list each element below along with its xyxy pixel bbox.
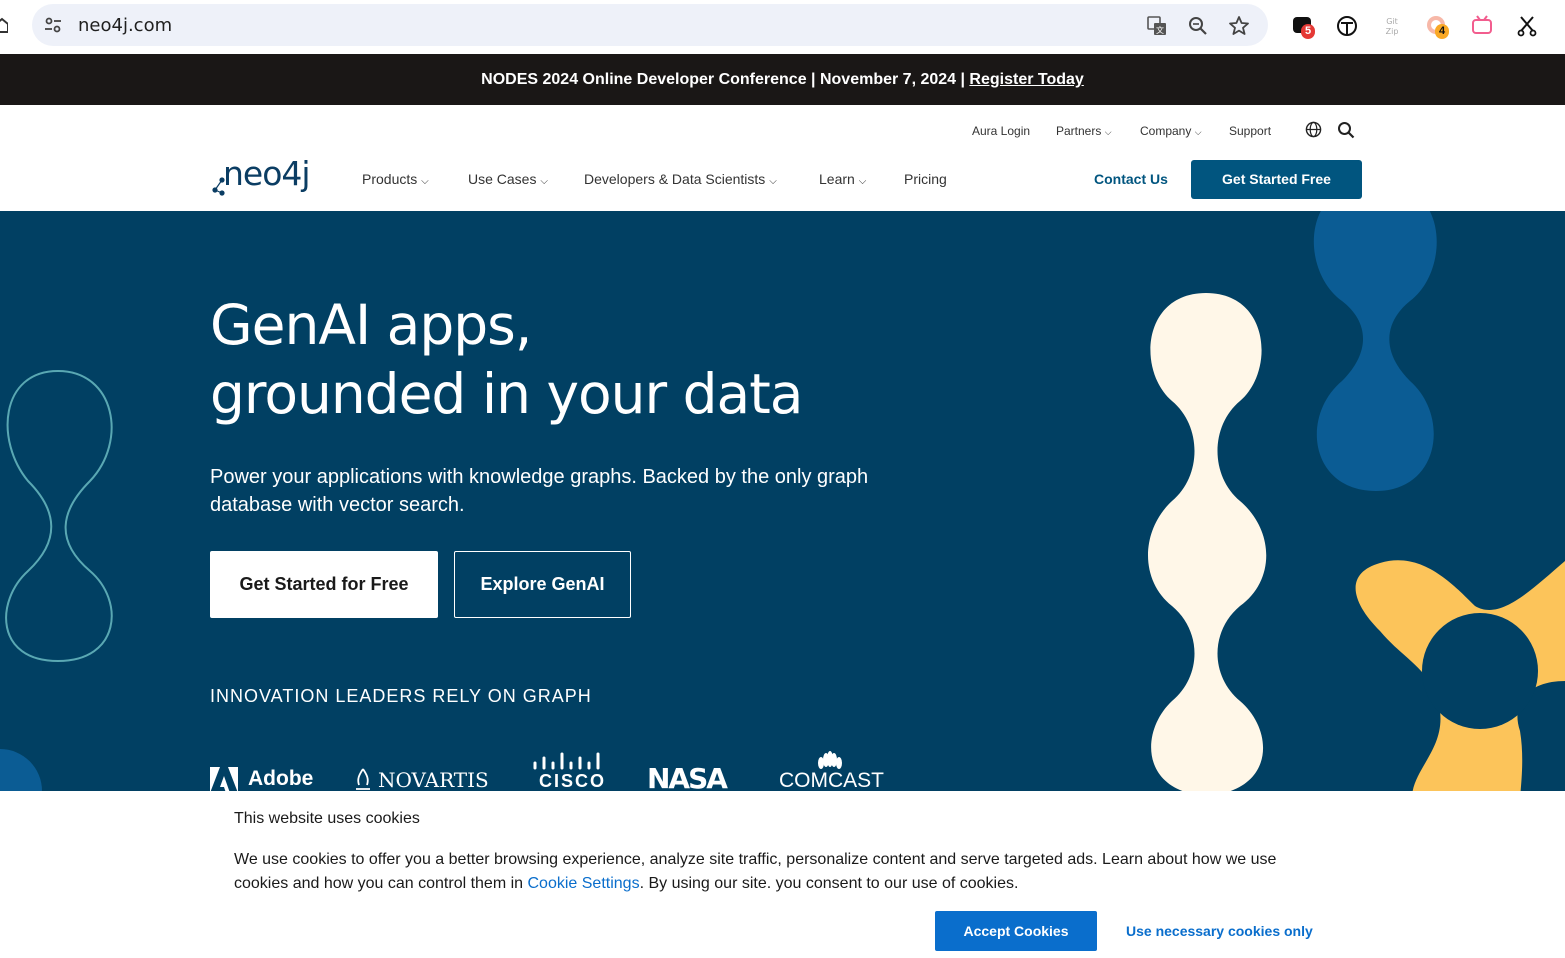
get-started-for-free-button[interactable]: Get Started for Free bbox=[210, 551, 438, 618]
cisco-wordmark: CISCO bbox=[539, 771, 607, 791]
site-info-icon[interactable] bbox=[43, 15, 63, 35]
cisco-bars-icon bbox=[533, 752, 600, 770]
get-started-free-button[interactable]: Get Started Free bbox=[1191, 160, 1362, 199]
svg-text:Zip: Zip bbox=[1386, 27, 1399, 36]
address-bar[interactable]: neo4j.com 文 bbox=[32, 4, 1268, 46]
blue-circle-shape bbox=[0, 749, 42, 791]
hero-title: GenAI apps, grounded in your data bbox=[210, 291, 803, 429]
bookmark-star-icon[interactable] bbox=[1228, 15, 1250, 37]
novartis-wordmark: NOVARTIS bbox=[378, 768, 489, 791]
hero-section: GenAI apps, grounded in your data Power … bbox=[0, 211, 1565, 791]
cream-chain-shape bbox=[1148, 293, 1267, 791]
nav-products-label: Products bbox=[362, 171, 418, 187]
contact-us-link[interactable]: Contact Us bbox=[1094, 171, 1168, 187]
chevron-down-icon: ⌵ bbox=[540, 176, 548, 187]
blue-blob-shape bbox=[1313, 211, 1437, 491]
nav-learn-label: Learn bbox=[819, 171, 855, 187]
extension-4-icon[interactable]: 4 bbox=[1425, 14, 1450, 39]
chevron-down-icon: ⌵ bbox=[858, 176, 867, 187]
cookie-message: We use cookies to offer you a better bro… bbox=[234, 848, 1334, 896]
chevron-down-icon: ⌵ bbox=[1194, 127, 1202, 137]
nasa-wordmark: NASA bbox=[647, 762, 728, 791]
svg-text:Git: Git bbox=[1386, 17, 1398, 26]
yellow-cutout-shape bbox=[1422, 613, 1538, 729]
nav-learn[interactable]: Learn ⌵ bbox=[819, 171, 866, 187]
nav-use-cases[interactable]: Use Cases ⌵ bbox=[468, 171, 548, 187]
nav-pricing[interactable]: Pricing bbox=[904, 171, 947, 187]
gitzip-icon[interactable]: GitZip bbox=[1380, 14, 1404, 38]
leaders-heading: INNOVATION LEADERS RELY ON GRAPH bbox=[210, 686, 592, 706]
announcement-text: NODES 2024 Online Developer Conference |… bbox=[481, 71, 970, 88]
nav-products[interactable]: Products ⌵ bbox=[362, 171, 429, 187]
adobe-wordmark: Adobe bbox=[248, 767, 314, 790]
company-label: Company bbox=[1140, 124, 1192, 138]
scissors-icon[interactable] bbox=[1515, 14, 1539, 38]
outline-blob-shape bbox=[5, 369, 113, 663]
extension-1-icon[interactable]: 5 bbox=[1291, 14, 1316, 39]
extension-badge: 5 bbox=[1301, 24, 1316, 39]
cookie-text-after: . By using our site. you consent to our … bbox=[639, 875, 1019, 892]
announcement-bar: NODES 2024 Online Developer Conference |… bbox=[0, 54, 1565, 105]
hero-title-line-1: GenAI apps, bbox=[210, 293, 532, 357]
support-link[interactable]: Support bbox=[1229, 124, 1271, 138]
nav-developers-label: Developers & Data Scientists bbox=[584, 171, 766, 187]
accept-cookies-button[interactable]: Accept Cookies bbox=[935, 911, 1097, 951]
necessary-cookies-button[interactable]: Use necessary cookies only bbox=[1126, 923, 1313, 939]
chevron-down-icon: ⌵ bbox=[421, 176, 429, 187]
partners-label: Partners bbox=[1056, 124, 1102, 138]
hero-subtitle: Power your applications with knowledge g… bbox=[210, 466, 869, 516]
cookie-settings-link[interactable]: Cookie Settings bbox=[528, 875, 640, 892]
adobe-mark-icon bbox=[210, 767, 238, 791]
explore-genai-button[interactable]: Explore GenAI bbox=[454, 551, 631, 618]
company-menu[interactable]: Company ⌵ bbox=[1140, 124, 1202, 138]
comcast-wordmark: COMCAST bbox=[779, 769, 884, 791]
register-link[interactable]: Register Today bbox=[969, 71, 1083, 88]
chevron-down-icon: ⌵ bbox=[769, 176, 777, 187]
cookie-banner: This website uses cookies We use cookies… bbox=[0, 791, 1565, 958]
search-icon[interactable] bbox=[1337, 121, 1355, 139]
url-text[interactable]: neo4j.com bbox=[78, 15, 172, 36]
logo-wordmark: neo4j bbox=[223, 154, 311, 193]
chevron-down-icon: ⌵ bbox=[1104, 127, 1112, 137]
bilibili-icon[interactable] bbox=[1470, 14, 1494, 38]
translate-icon[interactable]: 文 bbox=[1146, 15, 1168, 37]
zoom-icon[interactable] bbox=[1187, 15, 1209, 37]
extension-2-icon[interactable] bbox=[1335, 14, 1359, 38]
site-header: Aura Login Partners ⌵ Company ⌵ Support … bbox=[0, 105, 1565, 211]
globe-icon[interactable] bbox=[1305, 121, 1322, 138]
partners-menu[interactable]: Partners ⌵ bbox=[1056, 124, 1112, 138]
comcast-peacock-icon bbox=[818, 751, 842, 769]
neo4j-logo[interactable]: neo4j bbox=[210, 154, 315, 200]
home-icon[interactable] bbox=[0, 16, 8, 34]
nav-use-cases-label: Use Cases bbox=[468, 171, 537, 187]
browser-toolbar: neo4j.com 文 5 Git Zip 4 bbox=[0, 0, 1565, 54]
svg-text:文: 文 bbox=[1156, 25, 1164, 35]
hero-title-line-2: grounded in your data bbox=[210, 362, 803, 426]
extension-badge: 4 bbox=[1435, 24, 1450, 39]
cookie-title: This website uses cookies bbox=[234, 810, 420, 827]
aura-login-link[interactable]: Aura Login bbox=[972, 124, 1030, 138]
nav-developers[interactable]: Developers & Data Scientists ⌵ bbox=[584, 171, 777, 187]
novartis-flame-icon bbox=[356, 768, 370, 790]
